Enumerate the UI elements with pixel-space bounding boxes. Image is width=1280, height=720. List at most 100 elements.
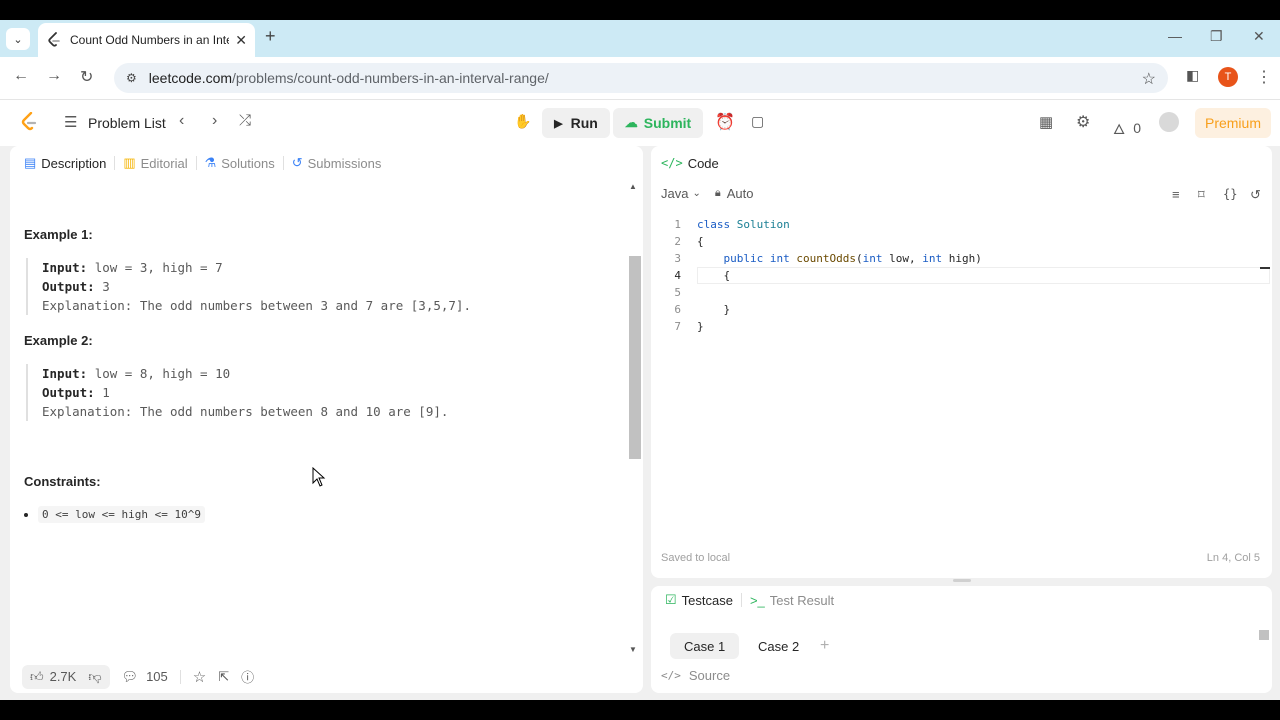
profile-avatar[interactable]: T xyxy=(1218,67,1238,87)
browser-tab-strip: ⌄ Count Odd Numbers in an Inte ✕ + — ❐ ✕ xyxy=(0,20,1280,57)
premium-button[interactable]: Premium xyxy=(1195,108,1271,138)
url-text: leetcode.com/problems/count-odd-numbers-… xyxy=(148,70,549,86)
tab-test-result[interactable]: >_ Test Result xyxy=(742,593,842,608)
browser-tab[interactable]: Count Odd Numbers in an Inte ✕ xyxy=(38,23,255,57)
line-numbers: 1 2 3 4 5 6 7 xyxy=(674,218,681,333)
scrollbar-thumb[interactable] xyxy=(629,256,641,459)
testcase-panel: ☑ Testcase >_ Test Result Case 1 Case 2 … xyxy=(651,586,1272,693)
document-icon: ▤ xyxy=(24,155,37,170)
prev-problem-icon[interactable]: ‹ xyxy=(179,112,184,130)
side-panel-icon[interactable]: ◧ xyxy=(1186,67,1199,84)
close-tab-icon[interactable]: ✕ xyxy=(235,32,247,49)
chevron-down-icon: ⌄ xyxy=(692,188,701,199)
cloud-upload-icon: ☁ xyxy=(624,115,638,130)
comment-icon: 💬︎ xyxy=(121,668,139,684)
code-editor[interactable]: class Solution{ public int countOdds(int… xyxy=(697,216,982,335)
tab-solutions[interactable]: ⚗ Solutions xyxy=(197,155,283,171)
code-panel: </> Code Java ⌄ 🔒︎ Auto ≡ ⌑ {} ↺ 1 2 3 4 5… xyxy=(651,146,1272,578)
leetcode-logo-icon[interactable] xyxy=(20,112,38,132)
comments-button[interactable]: 💬︎ 105 xyxy=(122,669,168,685)
tab-submissions[interactable]: ↺ Submissions xyxy=(284,155,390,171)
example-1-label: Example 1: xyxy=(24,227,93,242)
testcase-scrollbar[interactable] xyxy=(1259,630,1269,640)
constraint-item: 0 <= low <= high <= 10^9 xyxy=(24,506,205,523)
tab-code[interactable]: </> Code xyxy=(661,156,719,171)
save-status: Saved to local xyxy=(661,552,731,564)
bullet xyxy=(24,512,28,517)
reload-icon[interactable]: ↻ xyxy=(80,67,93,87)
tab-testcase[interactable]: ☑ Testcase xyxy=(657,592,741,608)
add-case-icon[interactable]: + xyxy=(820,637,829,655)
debug-icon[interactable]: ✋ xyxy=(514,113,531,130)
braces-icon[interactable]: {} xyxy=(1223,187,1237,201)
run-button[interactable]: ▶ Run xyxy=(542,108,610,138)
scroll-up-icon[interactable]: ▲ xyxy=(629,182,637,191)
code-icon: </> xyxy=(661,669,681,682)
tab-search-button[interactable]: ⌄ xyxy=(6,28,30,50)
list-icon: ☰ xyxy=(64,114,78,131)
thumbs-down-icon[interactable]: 👎︎ xyxy=(88,669,101,685)
problem-list-link[interactable]: Problem List xyxy=(88,115,166,131)
description-tabs: ▤ Description ▥ Editorial ⚗ Solutions ↺ … xyxy=(16,146,389,180)
panel-resize-handle[interactable] xyxy=(953,579,971,582)
tab-editorial[interactable]: ▥ Editorial xyxy=(115,155,195,171)
cursor-position: Ln 4, Col 5 xyxy=(1206,552,1260,564)
restore-icon[interactable]: ❐ xyxy=(1210,28,1223,45)
footer-separator xyxy=(179,669,181,684)
case-2-tab[interactable]: Case 2 xyxy=(744,633,813,659)
help-icon[interactable]: ⓘ xyxy=(241,667,254,686)
close-window-icon[interactable]: ✕ xyxy=(1253,28,1265,45)
layout-icon[interactable]: ▦ xyxy=(1039,113,1053,131)
editor-toolbar: Java ⌄ 🔒︎ Auto xyxy=(661,186,753,201)
code-tabs: </> Code xyxy=(661,146,719,180)
tab-title: Count Odd Numbers in an Inte xyxy=(70,33,230,47)
site-settings-icon[interactable]: ⚙ xyxy=(126,71,137,85)
submit-button[interactable]: ☁ Submit xyxy=(613,108,703,138)
terminal-icon: >_ xyxy=(749,592,765,608)
flask-icon: ⚗ xyxy=(204,155,217,170)
settings-gear-icon[interactable]: ⚙ xyxy=(1076,112,1090,132)
bookmark-icon[interactable]: ⌑ xyxy=(1198,187,1205,203)
format-icon[interactable]: ≡ xyxy=(1172,187,1180,202)
address-bar[interactable]: ⚙ leetcode.com/problems/count-odd-number… xyxy=(114,63,1168,93)
leetcode-favicon-icon xyxy=(46,32,62,48)
tab-description[interactable]: ▤ Description xyxy=(16,155,114,171)
example-2-label: Example 2: xyxy=(24,333,93,348)
top-black-bar xyxy=(0,0,1280,20)
description-footer: 👍︎ 2.7K 👎︎ 💬︎ 105 ☆ ⇱ ⓘ xyxy=(10,660,643,693)
constraints-label: Constraints: xyxy=(24,474,101,489)
bottom-black-bar xyxy=(0,700,1280,720)
like-button[interactable]: 👍︎ 2.7K 👎︎ xyxy=(22,664,110,689)
next-problem-icon[interactable]: › xyxy=(212,112,217,130)
history-icon: ↺ xyxy=(291,155,303,170)
fire-icon: 🜂 xyxy=(1113,121,1126,137)
checkbox-icon: ☑ xyxy=(665,592,677,607)
scroll-down-icon[interactable]: ▼ xyxy=(629,645,637,654)
example-1-block: Input: low = 3, high = 7 Output: 3 Expla… xyxy=(26,258,471,315)
description-panel: ▤ Description ▥ Editorial ⚗ Solutions ↺ … xyxy=(10,146,643,693)
testcase-tabs: ☑ Testcase >_ Test Result xyxy=(657,583,842,617)
source-link[interactable]: </> Source xyxy=(661,668,730,683)
minimize-icon[interactable]: — xyxy=(1168,28,1182,44)
code-icon: </> xyxy=(661,156,683,170)
favorite-star-icon[interactable]: ☆ xyxy=(193,668,206,686)
streak-counter[interactable]: 🜂 0 xyxy=(1113,113,1141,142)
play-icon: ▶ xyxy=(554,117,563,130)
thumbs-up-icon: 👍︎ xyxy=(30,668,44,684)
random-problem-icon[interactable]: ⤮ xyxy=(239,112,251,129)
reset-icon[interactable]: ↺ xyxy=(1250,187,1261,203)
case-1-tab[interactable]: Case 1 xyxy=(670,633,740,659)
example-2-block: Input: low = 8, high = 10 Output: 1 Expl… xyxy=(26,364,448,421)
back-icon[interactable]: ← xyxy=(13,67,29,85)
notes-icon[interactable]: ▢ xyxy=(751,113,764,130)
book-icon: ▥ xyxy=(123,155,136,170)
timer-icon[interactable]: ⏰ xyxy=(715,112,735,132)
language-select[interactable]: Java ⌄ xyxy=(661,186,701,201)
new-tab-icon[interactable]: + xyxy=(265,26,276,47)
browser-menu-icon[interactable]: ⋮ xyxy=(1256,67,1272,87)
mode-indicator: 🔒︎ Auto xyxy=(714,186,754,201)
forward-icon[interactable]: → xyxy=(46,67,62,85)
bookmark-star-icon[interactable]: ☆ xyxy=(1142,69,1156,89)
user-avatar[interactable] xyxy=(1159,112,1179,132)
share-icon[interactable]: ⇱ xyxy=(218,669,229,685)
